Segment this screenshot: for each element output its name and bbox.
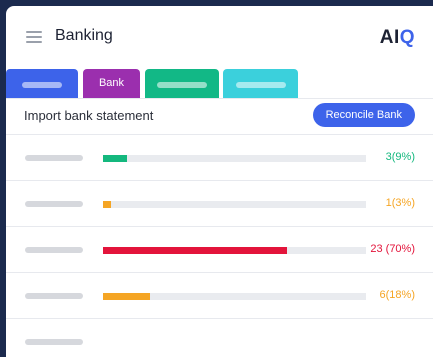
reconcile-bank-button[interactable]: Reconcile Bank <box>312 103 415 127</box>
tab-3[interactable] <box>145 69 219 98</box>
account-name-placeholder <box>25 339 83 345</box>
logo-prefix: AI <box>379 27 400 48</box>
progress-track <box>103 293 366 300</box>
tab-1[interactable] <box>6 69 78 98</box>
toolbar: Import bank statement Reconcile Bank <box>6 98 433 135</box>
banking-panel: Banking AIQ Bank Import bank statement R… <box>6 6 433 357</box>
import-bank-statement-link[interactable]: Import bank statement <box>24 108 153 123</box>
progress-fill <box>103 155 127 162</box>
tab-label: Bank <box>98 77 125 89</box>
tab-bar: Bank <box>6 65 433 99</box>
account-name-placeholder <box>25 247 83 253</box>
unreconciled-count: 3(9%) <box>385 151 415 163</box>
tab-label-placeholder <box>22 82 62 88</box>
progress-fill <box>103 293 150 300</box>
tab-label-placeholder <box>157 82 207 88</box>
list-item[interactable]: 1(3%) <box>6 181 433 227</box>
unreconciled-count: 6(18%) <box>379 289 415 301</box>
list-item[interactable]: 23 (70%) <box>6 227 433 273</box>
account-name-placeholder <box>25 155 83 161</box>
unreconciled-count: 23 (70%) <box>370 243 415 255</box>
list-item[interactable] <box>6 319 433 357</box>
progress-track <box>103 247 366 254</box>
progress-track <box>103 155 366 162</box>
account-name-placeholder <box>25 293 83 299</box>
tab-bank[interactable]: Bank <box>83 69 140 98</box>
tab-label-placeholder <box>235 82 286 88</box>
progress-fill <box>103 247 287 254</box>
tab-4[interactable] <box>223 69 298 98</box>
app-logo: AIQ <box>380 27 415 49</box>
menu-icon[interactable] <box>26 31 42 43</box>
account-list: 3(9%) 1(3%) 23 (70%) 6(18%) <box>6 135 433 357</box>
progress-fill <box>103 201 111 208</box>
account-name-placeholder <box>25 201 83 207</box>
unreconciled-count: 1(3%) <box>385 197 415 209</box>
progress-track <box>103 201 366 208</box>
list-item[interactable]: 3(9%) <box>6 135 433 181</box>
top-bar: Banking AIQ <box>6 6 433 70</box>
logo-accent: Q <box>399 27 415 48</box>
page-title: Banking <box>55 27 113 44</box>
list-item[interactable]: 6(18%) <box>6 273 433 319</box>
